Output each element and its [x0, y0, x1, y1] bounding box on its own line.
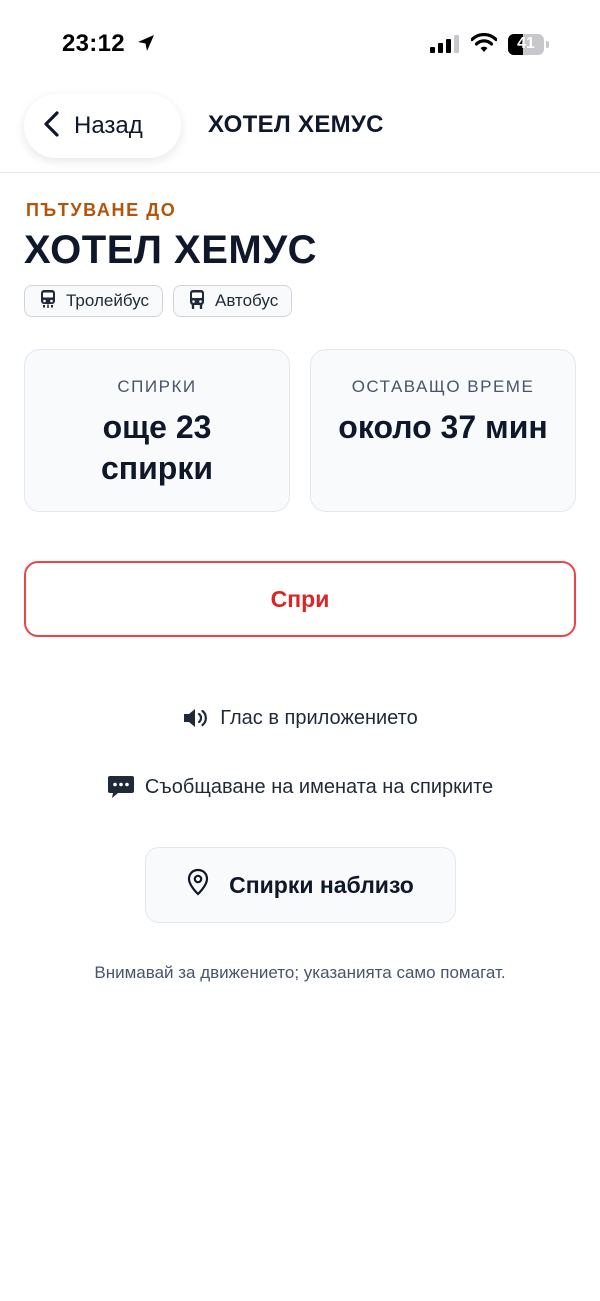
time-remaining-card: ОСТАВАЩО ВРЕМЕ около 37 мин	[310, 349, 576, 512]
chevron-left-icon	[42, 110, 62, 143]
destination-name: ХОТЕЛ ХЕМУС	[24, 228, 317, 272]
battery-icon: 41	[508, 34, 549, 55]
speaker-icon	[182, 706, 210, 730]
mode-chip-label: Тролейбус	[66, 291, 150, 310]
time-caption: ОСТАВАЩО ВРЕМЕ	[351, 377, 535, 396]
stops-remaining-card: СПИРКИ още 23 спирки	[24, 349, 290, 512]
announce-toggle-label: Съобщаване на имената на спирките	[144, 775, 494, 798]
battery-level: 41	[517, 35, 535, 52]
back-button-label: Назад	[74, 112, 143, 139]
nav-header: Назад ХОТЕЛ ХЕМУС	[0, 88, 600, 173]
stops-value: още 23 спирки	[100, 409, 214, 486]
location-arrow-icon	[136, 33, 156, 58]
stops-caption: СПИРКИ	[117, 377, 197, 396]
nearby-stops-label: Спирки наблизо	[229, 871, 414, 898]
map-pin-icon	[187, 868, 209, 902]
cellular-signal-icon	[430, 35, 460, 58]
wifi-icon	[470, 32, 498, 58]
bus-icon	[188, 289, 206, 314]
announce-stops-toggle[interactable]: Съобщаване на имената на спирките	[0, 774, 600, 800]
stop-button[interactable]: Спри	[24, 561, 576, 637]
safety-note: Внимавай за движението; указанията само …	[94, 963, 506, 982]
chat-bubble-icon	[107, 774, 135, 800]
mode-chip-label: Автобус	[215, 291, 279, 310]
voice-toggle[interactable]: Глас в приложението	[0, 706, 600, 730]
voice-toggle-label: Глас в приложението	[220, 706, 418, 729]
header-title: ХОТЕЛ ХЕМУС	[208, 111, 384, 138]
mode-chip-trolleybus: Тролейбус	[24, 285, 164, 317]
transport-modes: Тролейбус Автобус	[24, 285, 293, 317]
time-value: около 37 мин	[338, 409, 548, 445]
status-time: 23:12	[62, 30, 125, 57]
trolleybus-icon	[39, 289, 57, 314]
back-button[interactable]: Назад	[24, 94, 181, 158]
trip-eyebrow: ПЪТУВАНЕ ДО	[26, 200, 177, 220]
mode-chip-bus: Автобус	[173, 285, 293, 317]
status-bar: 23:12 41	[0, 0, 600, 88]
nearby-stops-button[interactable]: Спирки наблизо	[145, 847, 456, 923]
